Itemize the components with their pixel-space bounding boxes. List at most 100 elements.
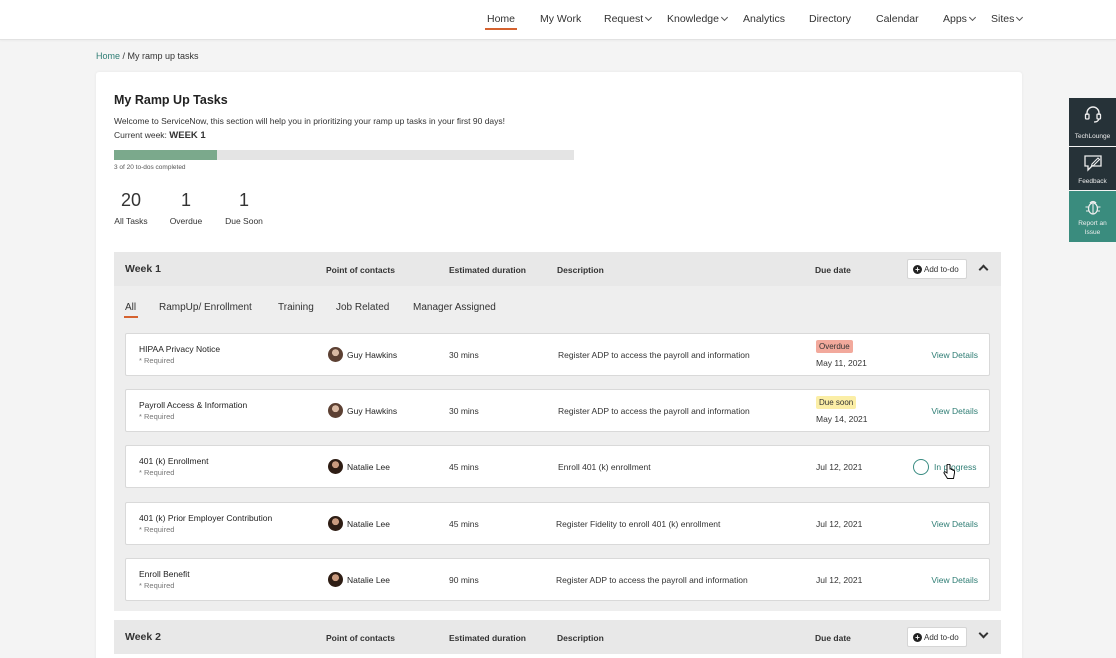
- stat-all-tasks[interactable]: 20 All Tasks: [114, 190, 148, 226]
- bug-icon: [1085, 200, 1101, 215]
- avatar: [328, 516, 343, 531]
- task-duration: 45 mins: [449, 519, 479, 529]
- task-description: Register ADP to access the payroll and i…: [558, 350, 750, 360]
- nav-request-label: Request: [604, 13, 644, 25]
- chevron-down-icon: [645, 13, 653, 22]
- view-details-link[interactable]: View Details: [931, 350, 978, 360]
- task-contact[interactable]: Natalie Lee: [347, 575, 390, 585]
- task-contact[interactable]: Natalie Lee: [347, 519, 390, 529]
- add-todo-label: Add to-do: [924, 265, 959, 274]
- breadcrumb-current: My ramp up tasks: [127, 51, 199, 61]
- current-week-label: Current week:: [114, 130, 170, 140]
- add-todo-label: Add to-do: [924, 633, 959, 642]
- task-row[interactable]: Enroll Benefit * Required Natalie Lee 90…: [125, 558, 990, 601]
- week-2-header[interactable]: Week 2 Point of contacts Estimated durat…: [114, 620, 1001, 654]
- techlounge-label: TechLounge: [1074, 133, 1111, 140]
- stat-overdue[interactable]: 1 Overdue: [166, 190, 206, 226]
- task-duration: 30 mins: [449, 406, 479, 416]
- task-description: Register ADP to access the payroll and i…: [558, 406, 750, 416]
- task-due-date: May 14, 2021: [816, 414, 868, 424]
- breadcrumb-home-link[interactable]: Home: [96, 51, 120, 61]
- stat-label: Overdue: [169, 216, 203, 226]
- chevron-down-icon[interactable]: [978, 628, 989, 639]
- task-description: Register ADP to access the payroll and i…: [556, 575, 748, 585]
- tab-rampup-enrollment[interactable]: RampUp/ Enrollment: [159, 302, 252, 313]
- task-name: 401 (k) Enrollment: [139, 456, 209, 466]
- view-details-link[interactable]: View Details: [931, 406, 978, 416]
- task-row[interactable]: 401 (k) Prior Employer Contribution * Re…: [125, 502, 990, 545]
- task-row[interactable]: 401 (k) Enrollment * Required Natalie Le…: [125, 445, 990, 488]
- welcome-text: Welcome to ServiceNow, this section will…: [114, 116, 506, 126]
- nav-sites[interactable]: Sites: [991, 13, 1024, 25]
- task-due-date: Jul 12, 2021: [816, 519, 863, 529]
- stat-value: 1: [238, 190, 249, 210]
- stat-value: 20: [120, 190, 142, 210]
- stat-due-soon[interactable]: 1 Due Soon: [222, 190, 266, 226]
- stat-label: All Tasks: [114, 216, 148, 226]
- stat-label: Due Soon: [225, 216, 263, 226]
- task-contact[interactable]: Natalie Lee: [347, 462, 390, 472]
- status-badge: Overdue: [816, 340, 853, 353]
- task-required: * Required: [139, 412, 175, 421]
- view-details-link[interactable]: View Details: [931, 519, 978, 529]
- nav-calendar[interactable]: Calendar: [876, 13, 919, 25]
- task-description: Register Fidelity to enroll 401 (k) enro…: [556, 519, 721, 529]
- column-due-date: Due date: [815, 633, 851, 643]
- status-badge: Due soon: [816, 396, 857, 409]
- week-1-header[interactable]: Week 1 Point of contacts Estimated durat…: [114, 252, 1001, 286]
- avatar: [328, 403, 343, 418]
- task-required: * Required: [139, 581, 175, 590]
- tab-all[interactable]: All: [125, 302, 136, 313]
- nav-sites-label: Sites: [991, 13, 1015, 25]
- column-estimated-duration: Estimated duration: [449, 265, 526, 275]
- add-todo-button[interactable]: + Add to-do: [907, 259, 967, 279]
- nav-apps-label: Apps: [943, 13, 967, 25]
- chevron-down-icon: [720, 13, 729, 22]
- week-label: Week 1: [125, 263, 161, 275]
- current-week: Current week: WEEK 1: [114, 130, 206, 141]
- nav-apps[interactable]: Apps: [943, 13, 976, 25]
- nav-home[interactable]: Home: [487, 13, 515, 25]
- report-issue-button[interactable]: Report an Issue: [1069, 191, 1116, 242]
- headset-icon: [1084, 106, 1102, 123]
- avatar: [328, 347, 343, 362]
- active-nav-indicator: [485, 28, 517, 30]
- chevron-down-icon: [1016, 13, 1024, 22]
- task-due-date: Jul 12, 2021: [816, 575, 863, 585]
- add-todo-button[interactable]: + Add to-do: [907, 627, 967, 647]
- task-duration: 90 mins: [449, 575, 479, 585]
- feedback-button[interactable]: Feedback: [1069, 147, 1116, 190]
- view-details-link[interactable]: View Details: [931, 575, 978, 585]
- side-panel: TechLounge Feedback Report an Issue: [1069, 98, 1116, 242]
- plus-icon: +: [913, 265, 922, 274]
- feedback-icon: [1084, 155, 1102, 172]
- nav-request[interactable]: Request: [604, 13, 653, 25]
- column-estimated-duration: Estimated duration: [449, 633, 526, 643]
- page-title: My Ramp Up Tasks: [114, 93, 228, 107]
- nav-my-work[interactable]: My Work: [540, 13, 581, 25]
- nav-knowledge-label: Knowledge: [667, 13, 719, 25]
- loading-spinner-icon: [913, 459, 929, 475]
- tab-manager-assigned[interactable]: Manager Assigned: [413, 302, 496, 313]
- breadcrumb-separator: /: [120, 51, 128, 61]
- active-tab-indicator: [124, 316, 138, 318]
- task-contact[interactable]: Guy Hawkins: [347, 350, 397, 360]
- task-row[interactable]: Payroll Access & Information * Required …: [125, 389, 990, 432]
- task-required: * Required: [139, 356, 175, 365]
- plus-icon: +: [913, 633, 922, 642]
- stat-value: 1: [180, 190, 191, 210]
- chevron-up-icon[interactable]: [978, 264, 989, 275]
- tab-training[interactable]: Training: [278, 302, 314, 313]
- nav-directory[interactable]: Directory: [809, 13, 851, 25]
- column-description: Description: [557, 265, 604, 275]
- nav-knowledge[interactable]: Knowledge: [667, 13, 729, 25]
- task-row[interactable]: HIPAA Privacy Notice * Required Guy Hawk…: [125, 333, 990, 376]
- nav-analytics[interactable]: Analytics: [743, 13, 785, 25]
- tab-job-related[interactable]: Job Related: [336, 302, 389, 313]
- current-week-value: WEEK 1: [169, 130, 206, 141]
- task-contact[interactable]: Guy Hawkins: [347, 406, 397, 416]
- progress-bar: [114, 150, 574, 160]
- chevron-down-icon: [968, 13, 976, 22]
- task-description: Enroll 401 (k) enrollment: [558, 462, 651, 472]
- techlounge-button[interactable]: TechLounge: [1069, 98, 1116, 146]
